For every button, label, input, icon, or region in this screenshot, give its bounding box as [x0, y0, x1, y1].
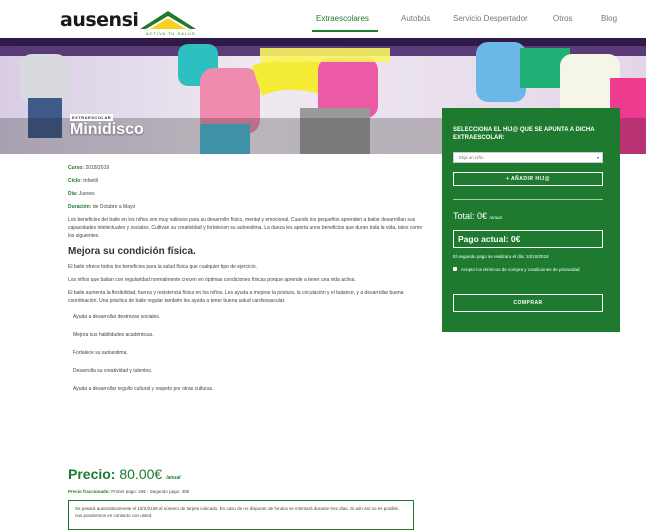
total-label: Total: 0€ [453, 211, 488, 221]
nav-servicio-despertador[interactable]: Servicio Despertador [453, 14, 528, 23]
benefits-list: Ayuda a desarrollar destrezas sociales. … [68, 313, 423, 403]
payment-notice: Se pasará automáticamente el 10/X/2108 a… [68, 500, 414, 530]
paragraph-3: El baile aumenta la flexibilidad, fuerza… [68, 290, 404, 304]
meta-ciclo-key: Ciclo: [68, 178, 82, 184]
add-child-button[interactable]: + AÑADIR HIJ@ [453, 172, 603, 186]
total-line: Total: 0€ /anual [453, 210, 502, 224]
logo-wordmark: ausensi [60, 9, 139, 31]
nav-blog[interactable]: Blog [601, 14, 617, 23]
nav-otros[interactable]: Otros [553, 14, 573, 23]
meta-dia: Día: Jueves [68, 190, 423, 198]
section-heading: Mejora su condición física. [68, 246, 196, 257]
site-header: ausensi ACTIVA TU SALUD Extraescolares A… [0, 0, 646, 38]
nav-active-indicator [312, 30, 378, 32]
course-details: Curso: 2018/2019 Ciclo: Infantil Día: Ju… [68, 164, 423, 403]
price-line: Precio: 80.00€ /anual [68, 465, 189, 487]
paragraph-1: El baile ofrece todos los beneficios par… [68, 264, 257, 270]
logo-roof-icon [140, 11, 196, 29]
list-item: Desarrolla su creatividad y talentos. [73, 368, 153, 374]
buy-button[interactable]: COMPRAR [453, 294, 603, 312]
child-select-value: Elija un niño [459, 155, 484, 160]
current-payment: Pago actual: 0€ [453, 230, 603, 248]
divider [453, 199, 603, 200]
meta-curso-value: 2018/2019 [85, 165, 110, 171]
second-payment-note: El segundo pago se realizara el día: 10/… [453, 254, 549, 259]
meta-duracion-value: de Octubre a Mayo [92, 204, 136, 210]
chevron-down-icon: ▾ [596, 155, 599, 160]
terms-row: Acepto los términos de compra y condicio… [453, 266, 603, 273]
price-unit: /anual [166, 475, 181, 481]
meta-dia-key: Día: [68, 191, 78, 197]
hero-category-badge: EXTRAESCOLAR [70, 114, 114, 121]
split-price-key: Precio fraccionado: [68, 489, 111, 494]
list-item: Fortalece su autoestima. [73, 350, 128, 356]
price-value: 80.00€ [119, 466, 163, 482]
intro-paragraph: Los beneficios del baile en los niños so… [68, 217, 423, 239]
meta-duracion-key: Duración: [68, 204, 92, 210]
logo-tagline: ACTIVA TU SALUD [146, 31, 196, 36]
price-block: Precio: 80.00€ /anual Precio fraccionado… [68, 465, 189, 494]
nav-autobus[interactable]: Autobús [401, 14, 430, 23]
meta-curso: Curso: 2018/2019 [68, 164, 423, 172]
list-item: Ayuda a desarrollar destrezas sociales. [73, 314, 161, 320]
panel-title: SELECCIONA EL HIJ@ QUE SE APUNTA A DICHA… [453, 127, 595, 141]
child-select[interactable]: Elija un niño ▾ [453, 152, 603, 163]
split-price: Precio fraccionado: Primer pago: 40€ - S… [68, 489, 189, 494]
list-item: Mejora sus habilidades académicas. [73, 332, 154, 338]
meta-curso-key: Curso: [68, 165, 85, 171]
paragraph-2: Los niños que bailan con regularidad nor… [68, 277, 356, 283]
split-price-value: Primer pago: 40€ - Segundo pago: 40€ [111, 489, 190, 494]
price-label: Precio: [68, 466, 116, 482]
list-item: Ayuda a desarrollar orgullo cultural y r… [73, 386, 214, 392]
total-unit: /anual [489, 215, 502, 220]
terms-checkbox[interactable] [453, 267, 457, 271]
meta-ciclo-value: Infantil [83, 178, 99, 184]
enrollment-panel: SELECCIONA EL HIJ@ QUE SE APUNTA A DICHA… [442, 108, 620, 332]
nav-extraescolares[interactable]: Extraescolares [316, 14, 369, 23]
page-title: Minidisco [70, 121, 144, 138]
meta-dia-value: Jueves [78, 191, 95, 197]
terms-label[interactable]: Acepto los términos de compra y condicio… [461, 267, 580, 272]
meta-ciclo: Ciclo: Infantil [68, 177, 423, 185]
meta-duracion: Duración: de Octubre a Mayo [68, 203, 423, 211]
